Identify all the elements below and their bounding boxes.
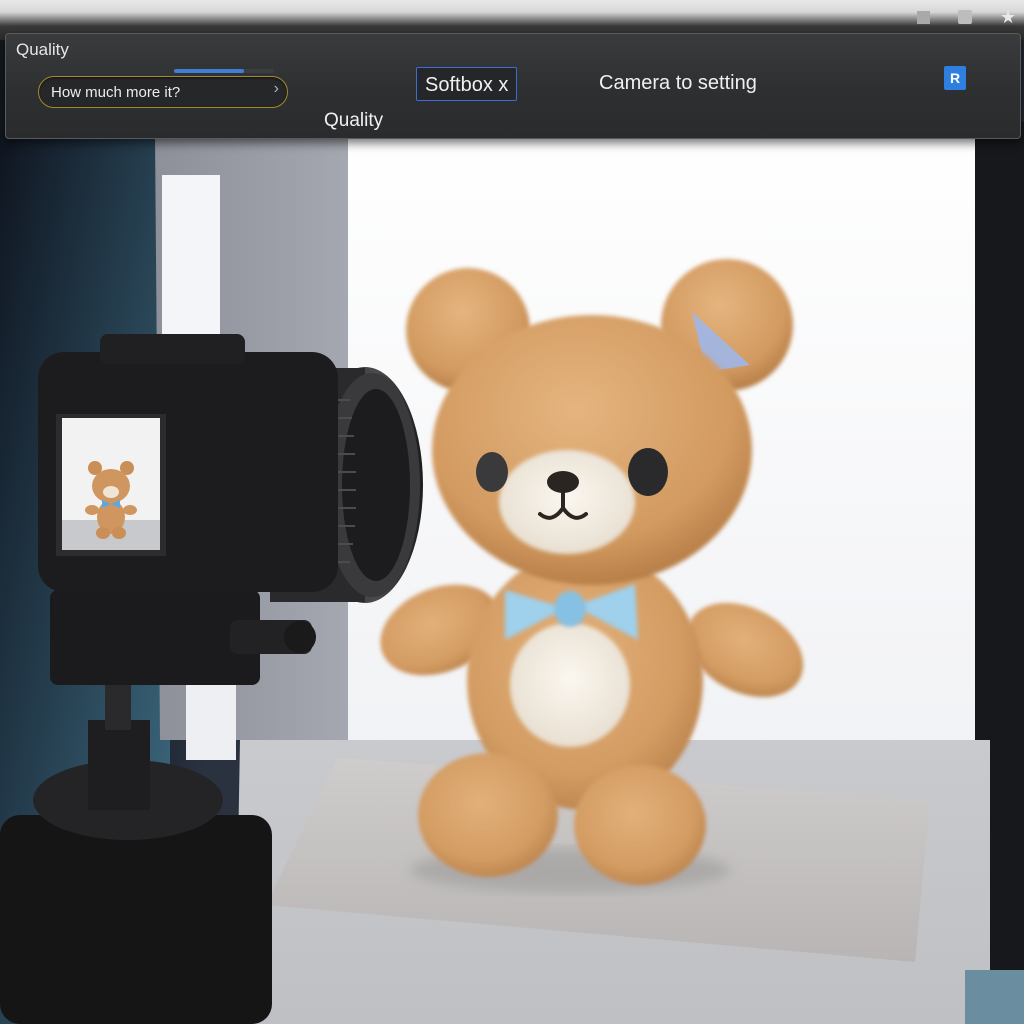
search-progress-bar	[174, 69, 274, 73]
search-input[interactable]	[51, 82, 261, 102]
search-box[interactable]: ›	[38, 69, 288, 108]
window-controls: ★	[917, 8, 1016, 26]
render-badge[interactable]: R	[944, 66, 966, 90]
square-icon[interactable]	[958, 10, 972, 24]
search-progress-fill	[174, 69, 244, 73]
square-icon[interactable]	[917, 10, 930, 24]
quality-button[interactable]: Quality	[318, 106, 389, 136]
app-window: ★ Quality › Quality Softbox x Camera to …	[0, 0, 1024, 1024]
panel-title: Quality	[16, 40, 69, 59]
softbox-button[interactable]: Softbox x	[416, 67, 518, 101]
viewport-scene	[0, 122, 1024, 1024]
chevron-right-icon[interactable]: ›	[274, 80, 279, 98]
softbox-light-panel-upper	[162, 175, 220, 345]
floor-corner	[965, 970, 1024, 1024]
camera-setting-button[interactable]: Camera to setting	[593, 66, 763, 100]
star-icon[interactable]: ★	[1000, 8, 1016, 26]
